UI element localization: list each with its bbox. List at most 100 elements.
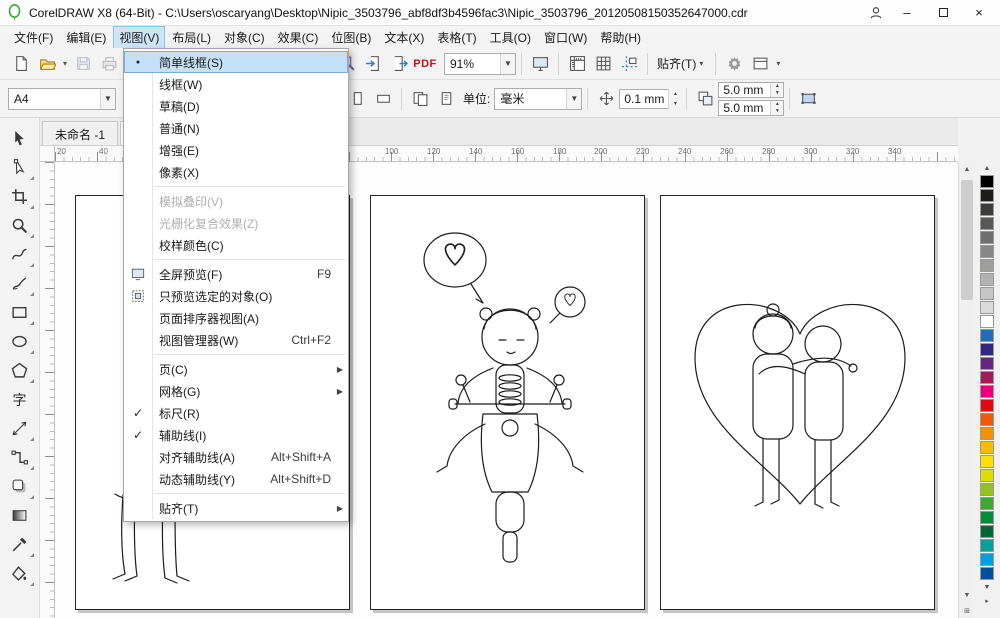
artistic-media-tool[interactable] (4, 269, 36, 298)
color-swatch[interactable] (980, 287, 994, 300)
menubar-item-view[interactable]: 视图(V) (113, 26, 165, 49)
new-document-button[interactable] (8, 51, 34, 77)
text-tool[interactable]: 字 (4, 385, 36, 414)
dimension-tool[interactable] (4, 414, 36, 443)
color-swatch[interactable] (980, 315, 994, 328)
save-button[interactable] (70, 51, 96, 77)
color-swatch[interactable] (980, 203, 994, 216)
menubar-item-help[interactable]: 帮助(H) (594, 26, 647, 49)
polygon-tool[interactable] (4, 356, 36, 385)
all-pages-button[interactable] (407, 86, 433, 112)
view-menu-item-proof-colors[interactable]: 校样颜色(C) (124, 234, 348, 256)
color-swatch[interactable] (980, 343, 994, 356)
menubar-item-object[interactable]: 对象(C) (218, 26, 271, 49)
rectangle-tool[interactable] (4, 298, 36, 327)
view-menu-item-simple-wireframe[interactable]: ●简单线框(S) (124, 51, 348, 73)
connector-tool[interactable] (4, 443, 36, 472)
color-swatch[interactable] (980, 441, 994, 454)
units-combo[interactable]: 毫米 ▼ (494, 88, 582, 110)
color-swatch[interactable] (980, 567, 994, 580)
document-tab-untitled-1[interactable]: 未命名 -1 (42, 121, 118, 145)
open-dropdown-arrow[interactable]: ▾ (60, 59, 70, 68)
color-swatch[interactable] (980, 273, 994, 286)
current-page-button[interactable] (433, 86, 459, 112)
view-menu-item-page-sorter-view[interactable]: 页面排序器视图(A) (124, 307, 348, 329)
color-swatch[interactable] (980, 231, 994, 244)
color-swatch[interactable] (980, 175, 994, 188)
show-rulers-button[interactable] (564, 51, 590, 77)
show-guidelines-button[interactable] (616, 51, 642, 77)
view-menu-item-wireframe[interactable]: 线框(W) (124, 73, 348, 95)
color-swatch[interactable] (980, 217, 994, 230)
treat-as-filled-button[interactable] (795, 86, 821, 112)
account-icon[interactable] (864, 3, 888, 23)
chevron-down-icon[interactable]: ▼ (566, 89, 581, 109)
view-menu-item-rulers[interactable]: ✓标尺(R) (124, 402, 348, 424)
application-launcher-button[interactable] (747, 51, 773, 77)
color-swatch[interactable] (980, 399, 994, 412)
view-menu-item-dynamic-guides[interactable]: 动态辅助线(Y)Alt+Shift+D (124, 468, 348, 490)
view-menu-item-full-screen-preview[interactable]: 全屏预览(F)F9 (124, 263, 348, 285)
show-grid-button[interactable] (590, 51, 616, 77)
crop-tool[interactable] (4, 182, 36, 211)
color-swatch[interactable] (980, 357, 994, 370)
page-2[interactable] (370, 195, 645, 610)
ruler-origin-corner[interactable] (40, 146, 55, 162)
vertical-ruler[interactable] (40, 162, 55, 618)
maximize-button[interactable] (926, 2, 960, 24)
color-swatch[interactable] (980, 525, 994, 538)
color-swatch[interactable] (980, 497, 994, 510)
color-swatch[interactable] (980, 385, 994, 398)
options-button[interactable] (721, 51, 747, 77)
duplicate-distance-y-field[interactable]: 5.0 mm ▲▼ (718, 100, 784, 116)
open-button[interactable] (34, 51, 60, 77)
color-swatch[interactable] (980, 371, 994, 384)
view-menu-item-alignment-guides[interactable]: 对齐辅助线(A)Alt+Shift+A (124, 446, 348, 468)
transparency-tool[interactable] (4, 501, 36, 530)
minimize-button[interactable]: – (890, 2, 924, 24)
menubar-item-edit[interactable]: 编辑(E) (60, 26, 112, 49)
print-button[interactable] (96, 51, 122, 77)
scroll-up-button[interactable]: ▲ (959, 162, 975, 177)
view-menu-item-enhanced[interactable]: 增强(E) (124, 139, 348, 161)
view-menu-item-guidelines[interactable]: ✓辅助线(I) (124, 424, 348, 446)
fullscreen-preview-button[interactable] (527, 51, 553, 77)
menubar-item-bitmaps[interactable]: 位图(B) (325, 26, 377, 49)
menubar-item-text[interactable]: 文本(X) (378, 26, 430, 49)
interactive-fill-tool[interactable] (4, 559, 36, 588)
pan-corner-button[interactable]: ⊞ (959, 603, 975, 618)
export-button[interactable] (386, 51, 412, 77)
view-menu-item-grid[interactable]: 网格(G)▶ (124, 380, 348, 402)
duplicate-distance-x-field[interactable]: 5.0 mm ▲▼ (718, 82, 784, 98)
duplicate-y-spinner[interactable]: ▲▼ (770, 101, 783, 115)
page-3[interactable] (660, 195, 935, 610)
scrollbar-thumb[interactable] (961, 180, 973, 300)
view-menu-item-preview-selected-only[interactable]: 只预览选定的对象(O) (124, 285, 348, 307)
view-menu-item-page[interactable]: 页(C)▶ (124, 358, 348, 380)
zoom-tool[interactable] (4, 211, 36, 240)
menubar-item-effects[interactable]: 效果(C) (272, 26, 325, 49)
menubar-item-table[interactable]: 表格(T) (431, 26, 482, 49)
color-swatch[interactable] (980, 259, 994, 272)
color-swatch[interactable] (980, 553, 994, 566)
shape-tool[interactable] (4, 153, 36, 182)
titlebar[interactable]: CorelDRAW X8 (64-Bit) - C:\Users\oscarya… (0, 0, 1000, 26)
color-swatch[interactable] (980, 511, 994, 524)
nudge-offset-field[interactable]: 0.1 mm ▲▼ (619, 89, 681, 109)
pick-tool[interactable] (4, 124, 36, 153)
publish-pdf-button[interactable]: PDF (412, 51, 438, 77)
view-menu-item-snap-to[interactable]: 贴齐(T)▶ (124, 497, 348, 519)
color-swatch[interactable] (980, 539, 994, 552)
view-menu-item-draft[interactable]: 草稿(D) (124, 95, 348, 117)
snap-to-button[interactable]: 贴齐(T) ▾ (653, 52, 710, 76)
freehand-tool[interactable] (4, 240, 36, 269)
view-menu-item-normal[interactable]: 普通(N) (124, 117, 348, 139)
color-swatch[interactable] (980, 455, 994, 468)
nudge-spinner[interactable]: ▲▼ (668, 89, 681, 109)
landscape-orientation-button[interactable] (370, 86, 396, 112)
color-swatch[interactable] (980, 413, 994, 426)
menubar-item-window[interactable]: 窗口(W) (538, 26, 593, 49)
page-size-combo[interactable]: A4 ▼ (8, 88, 116, 110)
close-button[interactable]: × (962, 2, 996, 24)
chevron-down-icon[interactable]: ▼ (100, 89, 115, 109)
